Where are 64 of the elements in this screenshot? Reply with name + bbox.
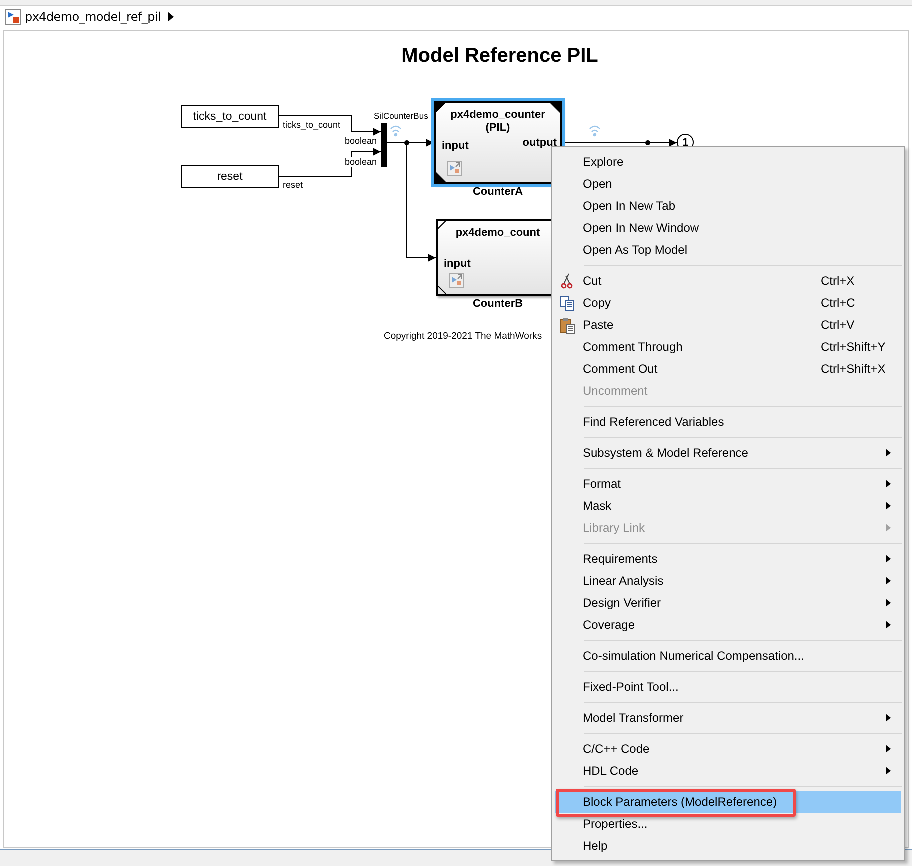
model-name: px4demo_count (454, 227, 542, 239)
corner-mark-icon (438, 221, 446, 229)
submenu-arrow-icon (886, 714, 891, 722)
copy-icon (560, 296, 574, 310)
simulation-mode: (PIL) (484, 122, 512, 134)
model-reference-icon (447, 161, 462, 176)
expand-arrow-icon[interactable] (168, 12, 174, 22)
model-reference-icon (449, 273, 464, 288)
block-name: CounterA (472, 186, 524, 198)
clipboard-icon (560, 316, 574, 334)
menu-item[interactable]: Subsystem & Model Reference (555, 442, 901, 464)
port-label: input (444, 258, 471, 270)
submenu-arrow-icon (886, 502, 891, 510)
submenu-arrow-icon (886, 480, 891, 488)
menu-item[interactable]: Mask (555, 495, 901, 517)
corner-mark-icon (436, 172, 446, 182)
menu-item[interactable]: Model Transformer (555, 707, 901, 729)
bus-creator-block (381, 123, 387, 167)
signal-type-label: boolean (345, 157, 378, 167)
menu-item[interactable]: Help (555, 835, 901, 857)
submenu-arrow-icon (886, 767, 891, 775)
diagram-title: Model Reference PIL (400, 45, 600, 68)
signal-log-icon (390, 126, 402, 137)
menu-item[interactable]: Fixed-Point Tool... (555, 676, 901, 698)
copyright-text: Copyright 2019-2021 The MathWorks (384, 331, 542, 342)
breadcrumb-link[interactable]: px4demo_model_ref_pil (25, 10, 162, 24)
menu-item[interactable]: Find Referenced Variables (555, 411, 901, 433)
submenu-arrow-icon (886, 555, 891, 563)
menu-item[interactable]: Open In New Tab (555, 195, 901, 217)
menu-item[interactable]: Co-simulation Numerical Compensation... (555, 645, 901, 667)
menu-item[interactable]: C/C++ Code (555, 738, 901, 760)
port-label: output (522, 137, 557, 149)
signal-log-icon (590, 126, 600, 137)
menu-item[interactable]: HDL Code (555, 760, 901, 782)
submenu-arrow-icon (886, 745, 891, 753)
block-label: ticks_to_count (193, 110, 267, 122)
corner-mark-icon (438, 286, 446, 294)
submenu-arrow-icon (886, 621, 891, 629)
scissors-icon (561, 273, 573, 289)
menu-item[interactable]: Linear Analysis (555, 570, 901, 592)
model-name: px4demo_counter (450, 109, 546, 121)
menu-item[interactable]: Format (555, 473, 901, 495)
block-name: CounterB (472, 298, 524, 310)
menu-item[interactable]: Design Verifier (555, 592, 901, 614)
submenu-arrow-icon (886, 577, 891, 585)
menu-item[interactable]: Requirements (555, 548, 901, 570)
block-label: reset (217, 170, 243, 182)
corner-mark-icon (436, 103, 446, 113)
model-icon (5, 9, 21, 25)
menu-item[interactable]: Comment Through Ctrl+Shift+Y (555, 336, 901, 358)
signal-type-label: boolean (345, 136, 378, 146)
model-reference-block[interactable]: px4demo_counter (PIL) input output (434, 101, 562, 184)
menu-item[interactable]: Comment Out Ctrl+Shift+X (555, 358, 901, 380)
submenu-arrow-icon (886, 449, 891, 457)
menu-item[interactable]: Properties... (555, 813, 901, 835)
submenu-arrow-icon (886, 524, 891, 532)
port-label: input (442, 140, 469, 152)
submenu-arrow-icon (886, 599, 891, 607)
corner-mark-icon (550, 103, 560, 113)
signal-label: reset (283, 180, 304, 190)
menu-item[interactable]: Coverage (555, 614, 901, 636)
menu-item[interactable]: Paste Ctrl+V (555, 314, 901, 336)
signal-label: SilCounterBus (374, 111, 428, 121)
signal-label: ticks_to_count (283, 120, 341, 130)
